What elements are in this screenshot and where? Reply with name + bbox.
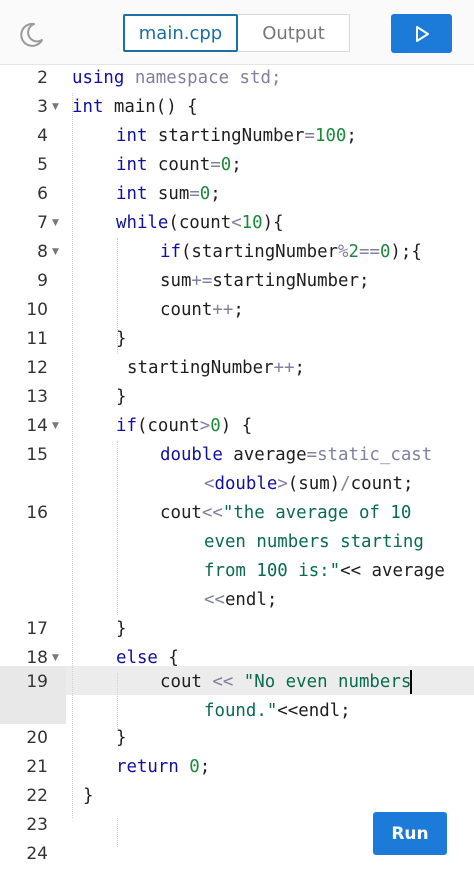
code-text-wrap: found."<<endl; — [204, 701, 351, 721]
line-number: 11 — [26, 329, 48, 349]
line-number: 14 — [26, 416, 48, 436]
code-text: return 0; — [116, 757, 211, 777]
code-editor[interactable]: 2 using namespace std; 3 ▼ int main() { … — [0, 64, 474, 880]
code-text: cout << "No even numbers — [160, 670, 413, 694]
tab-output[interactable]: Output — [238, 14, 350, 52]
fold-arrow-icon[interactable]: ▼ — [52, 100, 59, 114]
code-line: 6 int sum=0; — [0, 180, 474, 209]
code-text: } — [116, 728, 127, 748]
code-text: using namespace std; — [72, 68, 282, 88]
code-text: int main() { — [72, 97, 198, 117]
code-text: cout<<"the average of 10 — [160, 503, 412, 523]
text-cursor — [410, 670, 413, 694]
code-text: startingNumber++; — [127, 358, 306, 378]
moon-icon — [20, 22, 43, 47]
code-line: 17 } — [0, 615, 474, 644]
line-number: 4 — [37, 126, 48, 146]
line-number: 17 — [26, 619, 48, 639]
line-number: 8 — [37, 242, 48, 262]
code-line: 21 return 0; — [0, 753, 474, 782]
line-number: 16 — [26, 503, 48, 523]
code-text: sum+=startingNumber; — [160, 271, 370, 291]
code-text: double average=static_cast — [160, 445, 433, 465]
code-text: } — [116, 619, 127, 639]
line-number: 10 — [26, 300, 48, 320]
line-number: 7 — [37, 213, 48, 233]
code-line-active: 19 cout << "No even numbers found."<<end… — [0, 666, 474, 724]
tab-main-cpp[interactable]: main.cpp — [123, 14, 238, 52]
code-line: 15 double average=static_cast <double>(s… — [0, 441, 474, 499]
code-text: } — [116, 329, 127, 349]
code-text-wrap: <double>(sum)/count; — [204, 474, 414, 494]
line-number: 23 — [26, 815, 48, 835]
code-text: if(startingNumber%2==0);{ — [160, 242, 422, 262]
line-number: 2 — [37, 68, 48, 88]
code-line: 4 int startingNumber=100; — [0, 122, 474, 151]
line-number: 20 — [26, 728, 48, 748]
code-text-wrap: even numbers starting — [204, 532, 424, 552]
file-tabs: main.cpp Output — [123, 14, 350, 54]
code-text: } — [83, 786, 94, 806]
code-line: 8 ▼ if(startingNumber%2==0);{ — [0, 238, 474, 267]
code-text-wrap: from 100 is:"<< average — [204, 561, 445, 581]
code-text: } — [116, 387, 127, 407]
theme-toggle-button[interactable] — [14, 18, 48, 52]
code-line: 5 int count=0; — [0, 151, 474, 180]
code-text: int sum=0; — [116, 184, 221, 204]
code-line: 7 ▼ while(count<10){ — [0, 209, 474, 238]
line-number: 12 — [26, 358, 48, 378]
code-text: int count=0; — [116, 155, 242, 175]
code-line: 12 startingNumber++; — [0, 354, 474, 383]
code-line: 11 } — [0, 325, 474, 354]
code-line: 14 ▼ if(count>0) { — [0, 412, 474, 441]
code-text-wrap: <<endl; — [204, 590, 278, 610]
fold-arrow-icon[interactable]: ▼ — [52, 245, 59, 259]
run-button[interactable]: Run — [373, 812, 447, 855]
fold-arrow-icon[interactable]: ▼ — [52, 419, 59, 433]
code-text: if(count>0) { — [116, 416, 253, 436]
run-play-button[interactable] — [391, 14, 452, 53]
code-line: 2 using namespace std; — [0, 64, 474, 93]
line-number: 15 — [26, 445, 48, 465]
code-line: 22 } — [0, 782, 474, 811]
line-number: 9 — [37, 271, 48, 291]
fold-arrow-icon[interactable]: ▼ — [52, 651, 59, 665]
editor-toolbar: main.cpp Output — [0, 0, 474, 65]
code-text: while(count<10){ — [116, 213, 284, 233]
code-line: 9 sum+=startingNumber; — [0, 267, 474, 296]
code-line: 13 } — [0, 383, 474, 412]
code-text: int startingNumber=100; — [116, 126, 357, 146]
code-text: count++; — [160, 300, 244, 320]
fold-arrow-icon[interactable]: ▼ — [52, 216, 59, 230]
code-line: 3 ▼ int main() { — [0, 93, 474, 122]
line-number: 6 — [37, 184, 48, 204]
line-number: 22 — [26, 786, 48, 806]
code-line: 20 } — [0, 724, 474, 753]
line-number: 3 — [37, 97, 48, 117]
code-line: 10 count++; — [0, 296, 474, 325]
code-line: 16 cout<<"the average of 10 even numbers… — [0, 499, 474, 615]
play-icon — [415, 25, 429, 42]
line-number: 5 — [37, 155, 48, 175]
line-number: 19 — [26, 672, 48, 692]
line-number: 24 — [26, 844, 48, 864]
line-number: 21 — [26, 757, 48, 777]
line-number: 13 — [26, 387, 48, 407]
